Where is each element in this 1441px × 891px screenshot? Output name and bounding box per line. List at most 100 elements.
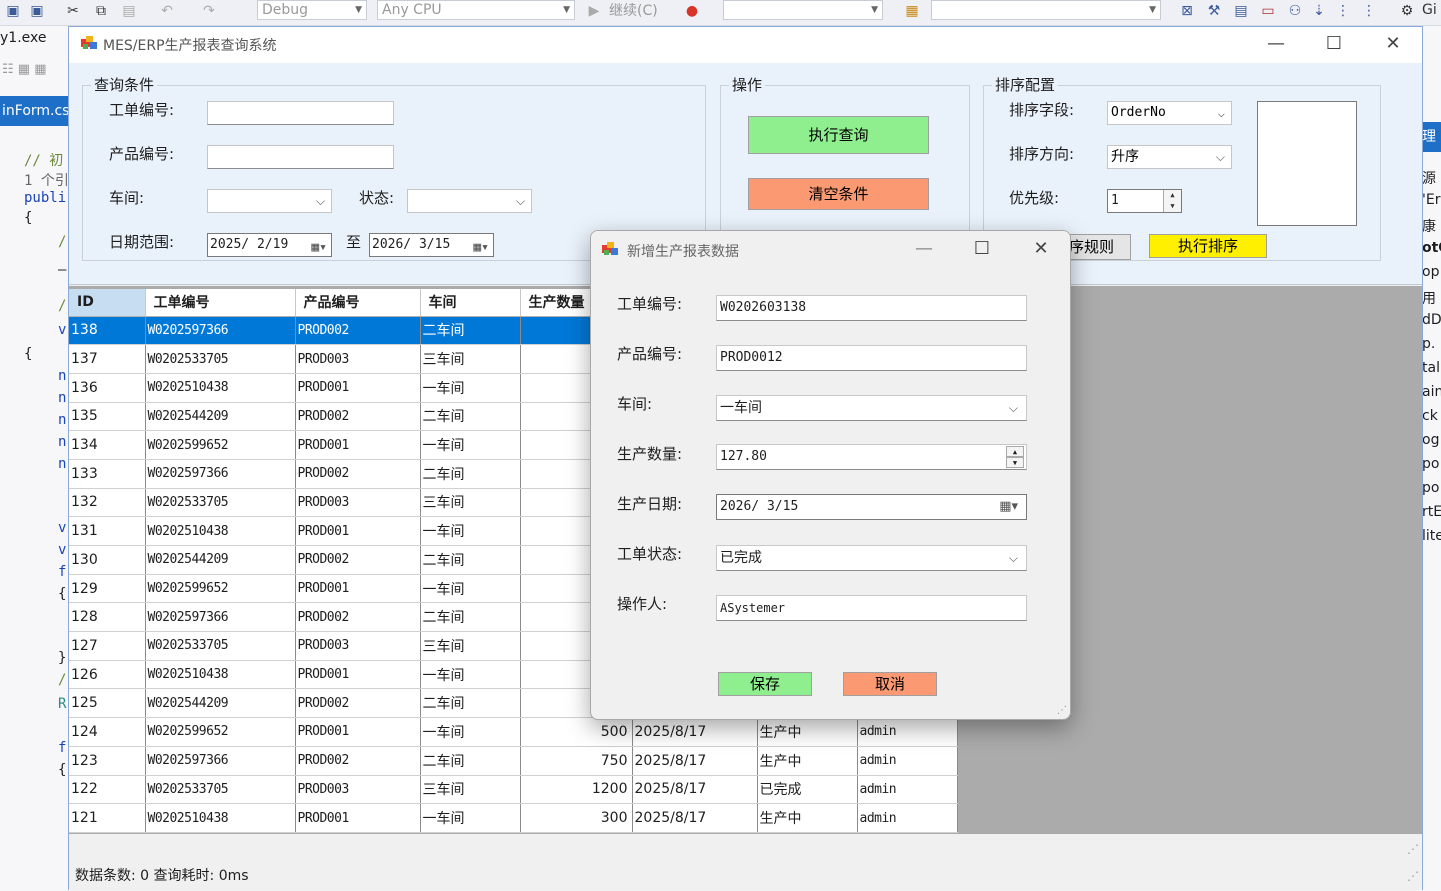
solution-item[interactable]: po xyxy=(1422,456,1439,472)
continue-label[interactable]: 继续(C) xyxy=(609,0,658,20)
vs-icon[interactable]: ⊠ xyxy=(1178,2,1196,20)
cell-workshop[interactable]: 一车间 xyxy=(420,516,521,546)
dlg-qty-stepper[interactable]: 127.80 ▲ ▼ xyxy=(716,444,1027,470)
cell-workshop[interactable]: 一车间 xyxy=(420,717,521,747)
editor-toolbar-icons[interactable]: ☷ ▦ ▦ xyxy=(2,62,46,77)
cell-id[interactable]: 127 xyxy=(69,631,146,661)
cell-id[interactable]: 125 xyxy=(69,688,146,719)
cell-workshop[interactable]: 一车间 xyxy=(420,660,521,690)
table-row[interactable]: 122 W0202533705 PROD003 三车间 1200 2025/8/17 已完成… xyxy=(69,775,958,805)
dlg-workshop-select[interactable]: 一车间 ⌵ xyxy=(716,395,1027,421)
cell-order[interactable]: W0202533705 xyxy=(145,488,296,518)
cell-date[interactable]: 2025/8/17 xyxy=(632,775,758,805)
cell-id[interactable]: 136 xyxy=(69,373,146,403)
cell-operator[interactable]: admin xyxy=(857,746,958,776)
cell-id[interactable]: 122 xyxy=(69,775,146,805)
minimize-button[interactable]: — xyxy=(1256,31,1296,57)
dlg-work-order-input[interactable]: W0202603138 xyxy=(716,295,1027,321)
sort-field-select[interactable]: OrderNo ⌵ xyxy=(1107,101,1232,125)
solution-item[interactable]: dD xyxy=(1422,312,1441,328)
cell-product[interactable]: PROD003 xyxy=(295,344,421,374)
cell-product[interactable]: PROD002 xyxy=(295,402,421,432)
solution-tab[interactable]: 理 xyxy=(1422,122,1441,152)
close-button[interactable]: ✕ xyxy=(1373,31,1413,57)
person-icon[interactable]: ⚇ xyxy=(1286,2,1304,20)
save-icon[interactable]: ▣ xyxy=(4,2,22,20)
solution-item[interactable]: rtE xyxy=(1422,504,1441,520)
step-icon[interactable]: ⇣ xyxy=(1310,2,1328,20)
cell-order[interactable]: W0202597366 xyxy=(145,459,296,489)
cell-operator[interactable]: admin xyxy=(857,803,958,833)
toolbox-icon[interactable]: ▭ xyxy=(1259,2,1277,20)
cell-product[interactable]: PROD001 xyxy=(295,373,421,403)
redo-icon[interactable]: ↷ xyxy=(200,2,218,20)
solution-item[interactable]: po xyxy=(1422,480,1439,496)
column-header-id[interactable]: ID xyxy=(69,289,146,317)
search-combo[interactable]: ▼ xyxy=(931,0,1161,20)
wrench-icon[interactable]: ⚒ xyxy=(1205,2,1223,20)
solution-item[interactable]: tal xyxy=(1422,360,1440,376)
cell-product[interactable]: PROD003 xyxy=(295,488,421,518)
cell-operator[interactable]: admin xyxy=(857,775,958,805)
cell-id[interactable]: 130 xyxy=(69,545,146,575)
sort-rules-list[interactable] xyxy=(1257,101,1357,226)
cell-order[interactable]: W0202599652 xyxy=(145,717,296,747)
main-title-bar[interactable]: MES/ERP生产报表查询系统 — ☐ ✕ xyxy=(69,27,1422,63)
cell-workshop[interactable]: 三车间 xyxy=(420,488,521,518)
cell-id[interactable]: 135 xyxy=(69,402,146,432)
cell-product[interactable]: PROD003 xyxy=(295,775,421,805)
cell-order[interactable]: W0202533705 xyxy=(145,775,296,805)
cell-order[interactable]: W0202599652 xyxy=(145,574,296,604)
cell-product[interactable]: PROD001 xyxy=(295,574,421,604)
solution-item[interactable]: ain xyxy=(1422,384,1441,400)
cell-order[interactable]: W0202510438 xyxy=(145,803,296,833)
cell-order[interactable]: W0202533705 xyxy=(145,344,296,374)
table-row[interactable]: 123 W0202597366 PROD002 二车间 750 2025/8/17 生产中 a… xyxy=(69,746,958,776)
cell-date[interactable]: 2025/8/17 xyxy=(632,803,758,833)
cell-date[interactable]: 2025/8/17 xyxy=(632,746,758,776)
cell-order[interactable]: W0202533705 xyxy=(145,631,296,661)
cell-product[interactable]: PROD002 xyxy=(295,602,421,633)
cancel-button[interactable]: 取消 xyxy=(843,672,937,696)
cell-id[interactable]: 138 xyxy=(69,316,146,346)
undo-icon[interactable]: ↶ xyxy=(158,2,176,20)
clear-conditions-button[interactable]: 清空条件 xyxy=(748,178,929,210)
stepper-up-icon[interactable]: ▲ xyxy=(1006,446,1024,457)
cell-status[interactable]: 已完成 xyxy=(757,775,858,805)
align-icon[interactable]: ⋮ xyxy=(1334,2,1352,20)
column-header-order[interactable]: 工单编号 xyxy=(145,289,296,317)
layout-icon[interactable]: ▤ xyxy=(1232,2,1250,20)
execute-sort-button[interactable]: 执行排序 xyxy=(1149,234,1267,258)
solution-item[interactable]: 用 xyxy=(1422,288,1436,308)
execute-query-button[interactable]: 执行查询 xyxy=(748,116,929,154)
cell-id[interactable]: 134 xyxy=(69,430,146,460)
cell-order[interactable]: W0202597366 xyxy=(145,602,296,633)
cell-id[interactable]: 124 xyxy=(69,717,146,747)
cell-id[interactable]: 123 xyxy=(69,746,146,776)
dialog-maximize-button[interactable]: ☐ xyxy=(962,236,1002,262)
paste-icon[interactable]: ▤ xyxy=(120,2,138,20)
cell-id[interactable]: 128 xyxy=(69,602,146,633)
dlg-operator-input[interactable]: ASystemer xyxy=(716,595,1027,621)
cell-qty[interactable]: 500 xyxy=(520,717,633,747)
cell-product[interactable]: PROD002 xyxy=(295,688,421,719)
config-combo[interactable]: Debug ▼ xyxy=(257,0,367,20)
cell-id[interactable]: 132 xyxy=(69,488,146,518)
solution-item[interactable]: 'Er xyxy=(1422,192,1440,208)
dlg-date-picker[interactable]: 2026/ 3/15 ▦▾ xyxy=(716,494,1027,520)
maximize-button[interactable]: ☐ xyxy=(1314,31,1354,57)
table-row[interactable]: 121 W0202510438 PROD001 一车间 300 2025/8/17 生产中 a… xyxy=(69,803,958,833)
calendar-icon[interactable]: ▦▾ xyxy=(311,237,327,259)
grip-icon[interactable]: ⋰ xyxy=(1057,705,1067,716)
grip-icon[interactable]: ⋰ xyxy=(1407,842,1419,856)
cell-id[interactable]: 129 xyxy=(69,574,146,604)
cell-workshop[interactable]: 三车间 xyxy=(420,775,521,805)
date-to-picker[interactable]: 2026/ 3/15 ▦▾ xyxy=(369,233,494,257)
priority-stepper[interactable]: 1 ▲ ▼ xyxy=(1107,189,1182,213)
cell-workshop[interactable]: 一车间 xyxy=(420,430,521,460)
solution-item[interactable]: 源 xyxy=(1422,168,1436,188)
cell-workshop[interactable]: 二车间 xyxy=(420,459,521,489)
cell-workshop[interactable]: 二车间 xyxy=(420,746,521,776)
dialog-minimize-button[interactable]: — xyxy=(904,236,944,262)
calendar-icon[interactable]: ▦▾ xyxy=(473,237,489,259)
